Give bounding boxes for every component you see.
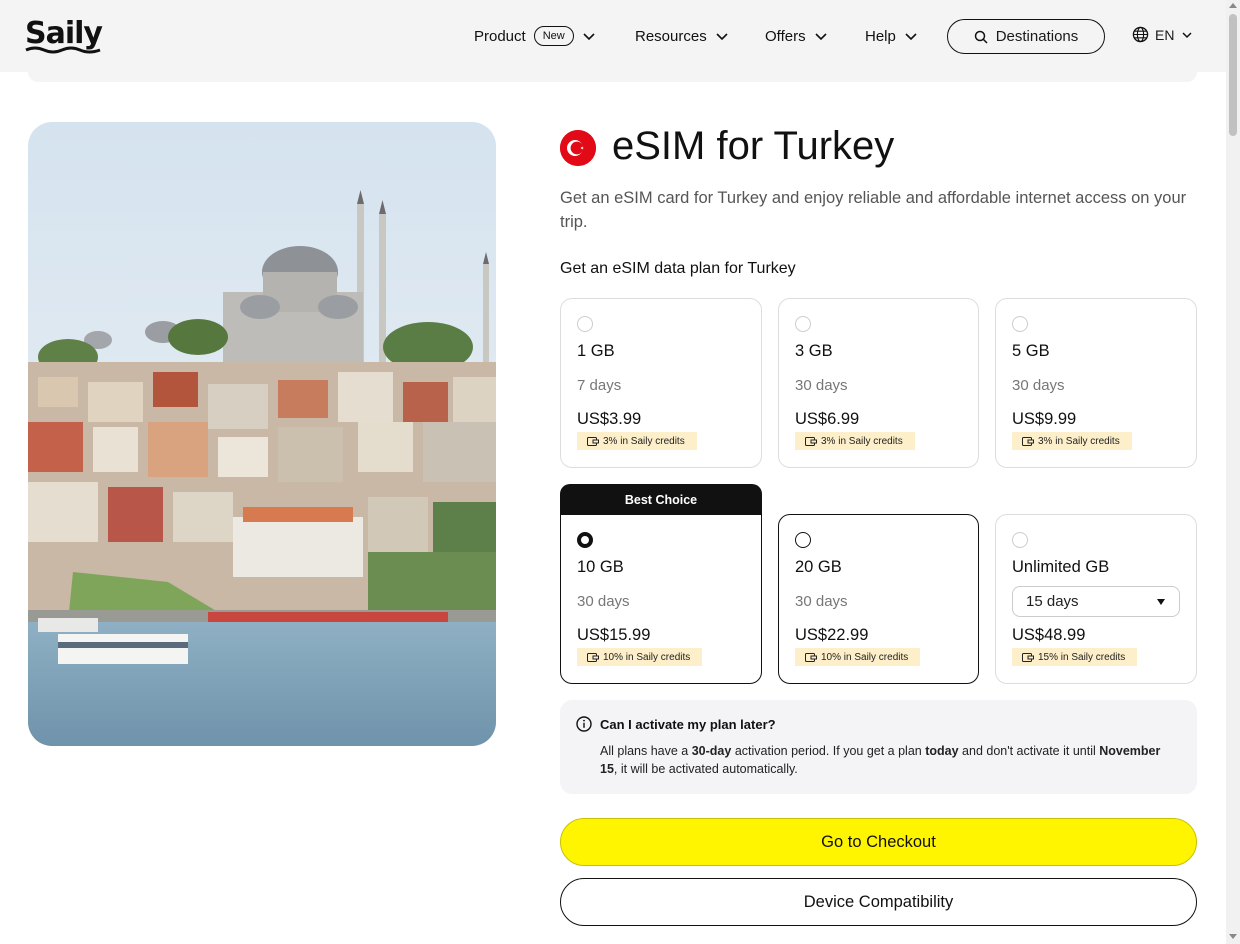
new-badge: New	[533, 26, 574, 46]
plan-radio-selected[interactable]	[577, 532, 593, 548]
device-compatibility-button[interactable]: Device Compatibility	[560, 878, 1197, 926]
nav-product-label: Product	[474, 27, 526, 45]
language-label: EN	[1155, 26, 1175, 43]
page-subtitle: Get an eSIM card for Turkey and enjoy re…	[560, 189, 1187, 231]
page-title: eSIM for Turkey	[612, 124, 895, 168]
plan-card-unlimited: Unlimited GB 15 days US$48.99 15% in Sai…	[995, 514, 1197, 684]
language-selector[interactable]: EN	[1132, 26, 1194, 43]
info-icon	[576, 716, 592, 732]
header-bottom-strip	[28, 72, 1197, 82]
credits-badge: 10% in Saily credits	[795, 648, 921, 666]
wallet-icon	[1022, 653, 1034, 662]
chevron-down-icon	[1182, 31, 1192, 38]
chevron-down-icon	[583, 33, 595, 41]
scroll-down-arrow-icon[interactable]	[1229, 934, 1237, 939]
turkey-flag-icon	[560, 130, 596, 166]
info-question: Can I activate my plan later?	[600, 717, 776, 732]
wallet-icon	[805, 437, 817, 446]
wallet-icon	[1022, 437, 1034, 446]
go-to-checkout-button[interactable]: Go to Checkout	[560, 818, 1197, 866]
plan-price: US$9.99	[1012, 410, 1077, 428]
plan-duration: 30 days	[1012, 377, 1065, 394]
destinations-label: Destinations	[995, 28, 1079, 45]
plan-data-amount: Unlimited GB	[1012, 558, 1110, 576]
plan-price: US$6.99	[795, 410, 860, 428]
plan-radio[interactable]	[795, 532, 811, 548]
scroll-up-arrow-icon[interactable]	[1229, 3, 1237, 8]
scrollbar-thumb[interactable]	[1229, 14, 1237, 136]
nav-resources-label: Resources	[635, 27, 707, 45]
wallet-icon	[587, 437, 599, 446]
credits-label: 3% in Saily credits	[821, 435, 903, 447]
saily-logo[interactable]: Saily	[25, 16, 105, 56]
plan-card-1gb: 1 GB 7 days US$3.99 3% in Saily credits	[560, 298, 762, 468]
plan-card-20gb[interactable]: 20 GB 30 days US$22.99 10% in Saily cred…	[778, 514, 979, 684]
page-scrollbar[interactable]	[1226, 0, 1240, 944]
plan-heading: Get an eSIM data plan for Turkey	[560, 260, 796, 277]
chevron-down-icon	[905, 33, 917, 41]
nav-product[interactable]: Product New	[474, 0, 596, 72]
plan-data-amount: 5 GB	[1012, 342, 1050, 360]
plan-radio	[795, 316, 811, 332]
plan-data-amount: 3 GB	[795, 342, 833, 360]
destinations-button[interactable]: Destinations	[947, 19, 1105, 54]
plan-radio	[577, 316, 593, 332]
best-choice-label: Best Choice	[560, 484, 762, 515]
caret-down-icon	[1157, 599, 1165, 605]
plan-duration: 30 days	[577, 593, 630, 610]
plan-price: US$15.99	[577, 626, 651, 644]
plan-price: US$22.99	[795, 626, 869, 644]
plan-duration: 30 days	[795, 593, 848, 610]
credits-badge: 3% in Saily credits	[1012, 432, 1132, 450]
wallet-icon	[805, 653, 817, 662]
plan-duration: 30 days	[795, 377, 848, 394]
nav-offers-label: Offers	[765, 27, 806, 45]
nav-offers[interactable]: Offers	[765, 0, 828, 72]
plan-radio	[1012, 532, 1028, 548]
plan-card-10gb[interactable]: 10 GB 30 days US$15.99 10% in Saily cred…	[560, 514, 762, 684]
plan-card-3gb: 3 GB 30 days US$6.99 3% in Saily credits	[778, 298, 979, 468]
plan-price: US$3.99	[577, 410, 642, 428]
duration-select[interactable]: 15 days	[1012, 586, 1180, 617]
site-header: Saily Product New Resources Offers Help …	[0, 0, 1226, 72]
nav-help[interactable]: Help	[865, 0, 918, 72]
globe-icon	[1132, 26, 1149, 43]
credits-label: 3% in Saily credits	[1038, 435, 1120, 447]
plan-data-amount: 10 GB	[577, 558, 624, 576]
plan-radio	[1012, 316, 1028, 332]
info-answer: All plans have a 30-day activation perio…	[600, 744, 1161, 776]
wallet-icon	[587, 653, 599, 662]
credits-label: 3% in Saily credits	[603, 435, 685, 447]
chevron-down-icon	[815, 33, 827, 41]
credits-label: 10% in Saily credits	[603, 651, 691, 663]
plan-data-amount: 1 GB	[577, 342, 615, 360]
credits-label: 10% in Saily credits	[821, 651, 909, 663]
search-icon	[974, 30, 988, 44]
plan-card-5gb: 5 GB 30 days US$9.99 3% in Saily credits	[995, 298, 1197, 468]
credits-badge: 10% in Saily credits	[577, 648, 703, 666]
credits-label: 15% in Saily credits	[1038, 651, 1126, 663]
plan-data-amount: 20 GB	[795, 558, 842, 576]
istanbul-hero-image	[28, 122, 496, 746]
nav-resources[interactable]: Resources	[635, 0, 729, 72]
nav-help-label: Help	[865, 27, 896, 45]
activation-info-box: Can I activate my plan later? All plans …	[560, 700, 1197, 794]
credits-badge: 3% in Saily credits	[577, 432, 697, 450]
credits-badge: 15% in Saily credits	[1012, 648, 1138, 666]
logo-wave-icon	[25, 46, 101, 54]
plan-duration: 7 days	[577, 377, 622, 394]
duration-select-value: 15 days	[1026, 593, 1079, 610]
chevron-down-icon	[716, 33, 728, 41]
credits-badge: 3% in Saily credits	[795, 432, 915, 450]
plan-price: US$48.99	[1012, 626, 1086, 644]
